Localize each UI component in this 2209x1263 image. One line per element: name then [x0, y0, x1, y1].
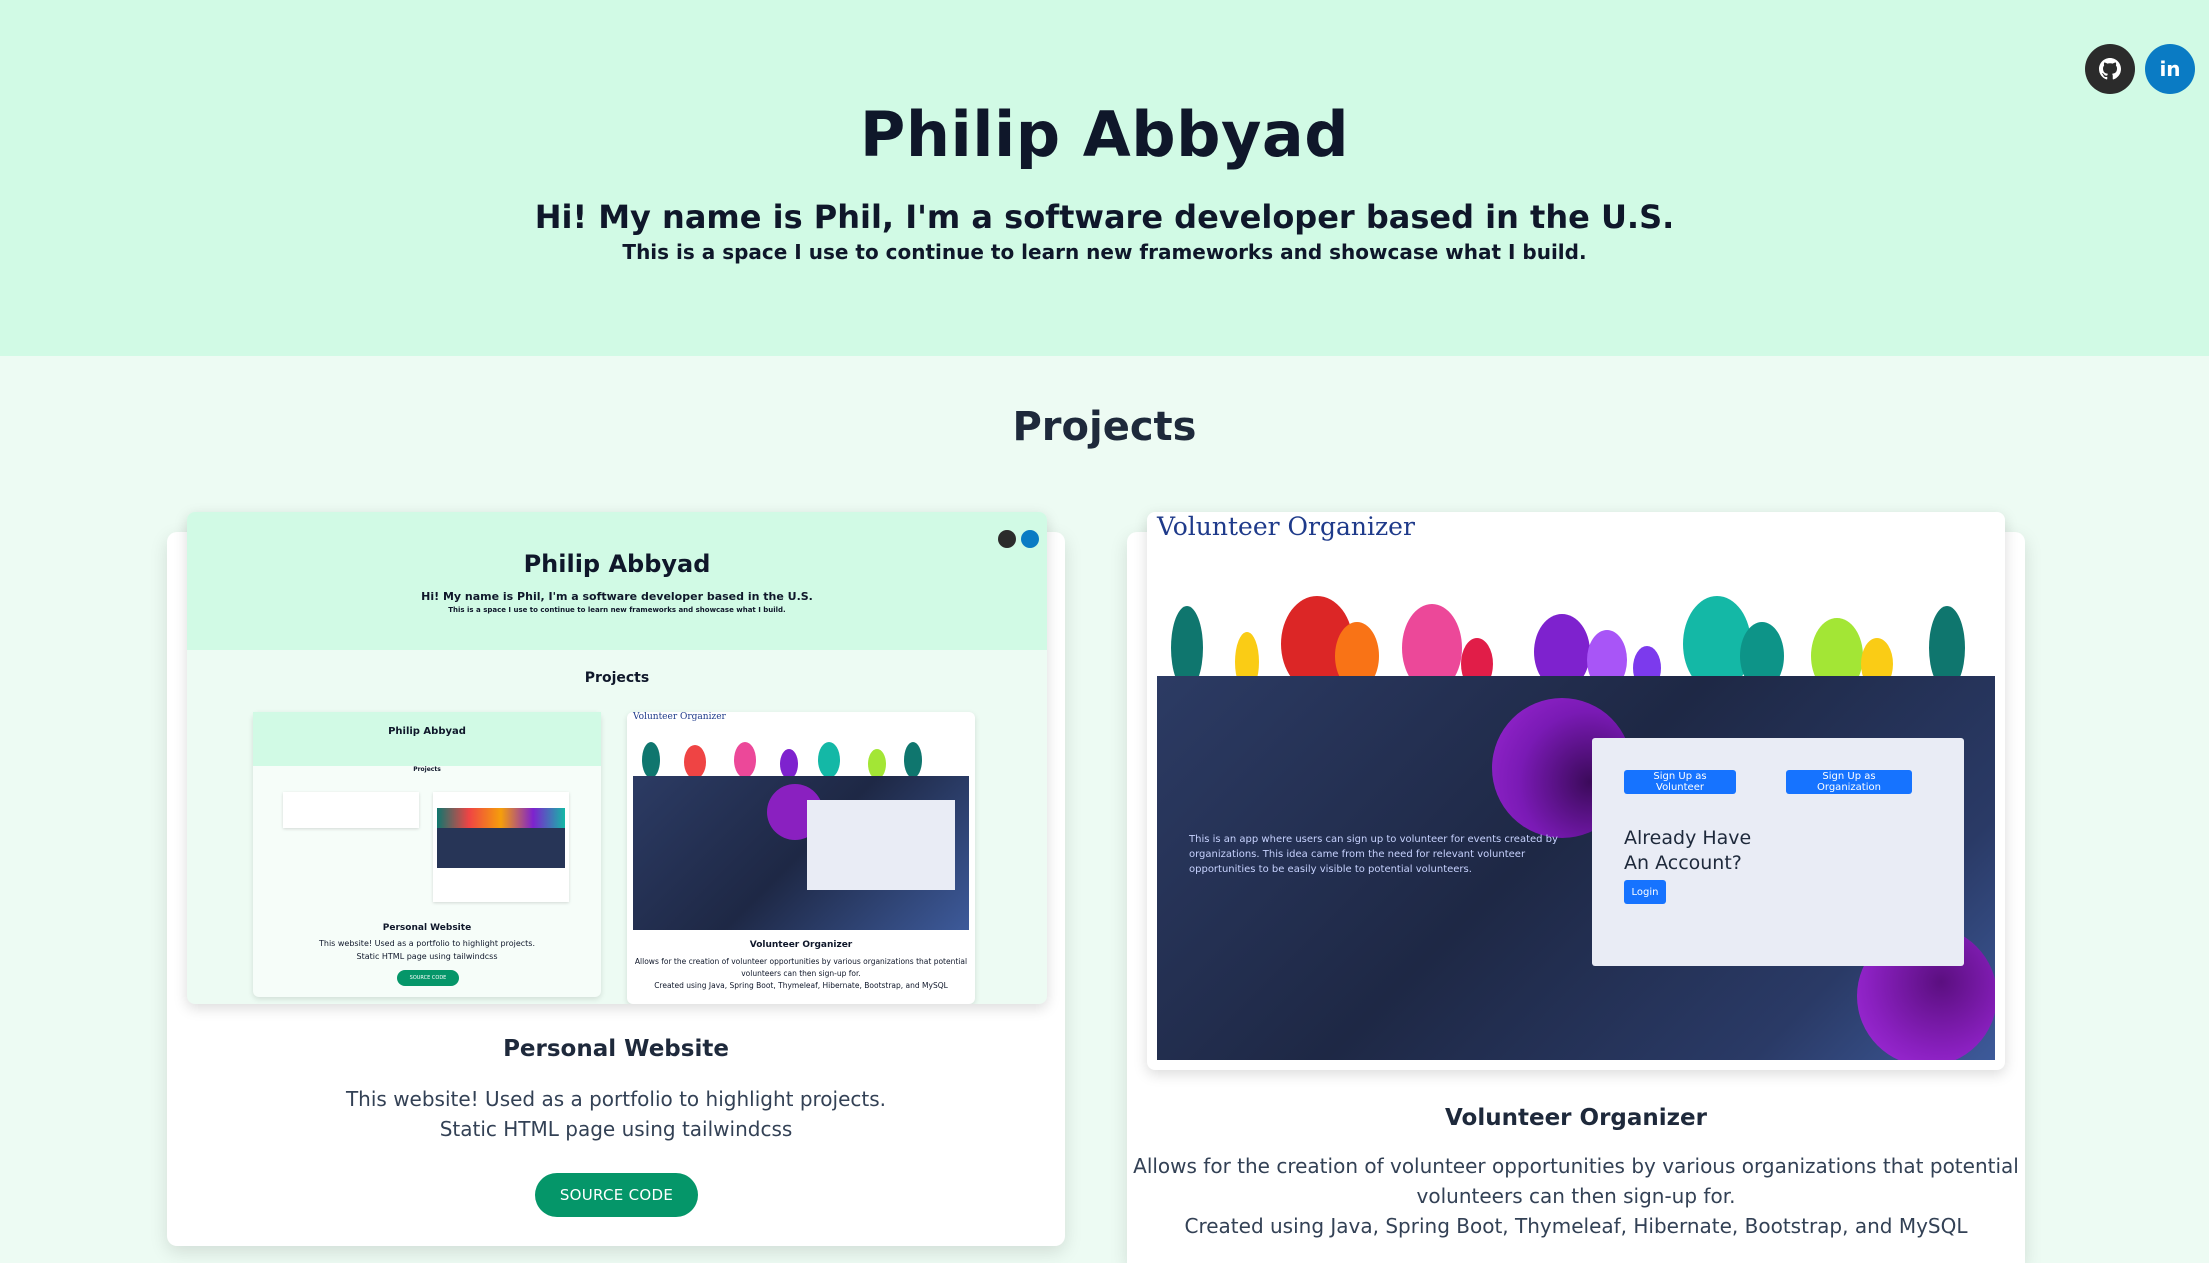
vo-hero-panel: This is an app where users can sign up t… [1157, 676, 1995, 1060]
preview-vo-desc3: Created using Java, Spring Boot, Thymele… [654, 981, 948, 990]
vo-desc-line3: Created using Java, Spring Boot, Thymele… [1184, 1214, 1968, 1238]
vo-app-title: Volunteer Organizer [1157, 512, 1415, 541]
preview-card-volunteer: Volunteer Organizer Volunteer Organizer … [627, 712, 975, 1004]
preview-vo-card-title: Volunteer Organizer [749, 940, 853, 950]
preview-nested-card-title: Personal Website [382, 923, 472, 933]
vo-desc-line2: volunteers can then sign-up for. [1416, 1184, 1736, 1208]
preview-nested-projects: Projects [413, 766, 441, 773]
preview-github-icon [998, 530, 1016, 548]
preview-hero [187, 512, 1047, 650]
preview-nested-button: SOURCE CODE [397, 970, 459, 986]
project-desc-line2: Static HTML page using tailwindcss [439, 1117, 793, 1141]
preview-nested-desc2: Static HTML page using tailwindcss [356, 952, 498, 961]
vo-signup-box: Sign Up as Volunteer Sign Up as Organiza… [1592, 738, 1964, 966]
linkedin-link[interactable]: in [2145, 44, 2195, 94]
vo-about-text: This is an app where users can sign up t… [1189, 834, 1558, 875]
preview-title: Philip Abbyad [523, 550, 711, 578]
vo-desc-line1: Allows for the creation of volunteer opp… [1133, 1154, 2019, 1178]
preview-projects-heading: Projects [584, 670, 650, 686]
github-icon [2099, 58, 2121, 80]
preview-sub: This is a space I use to continue to lea… [448, 606, 786, 614]
raised-hands-banner [1157, 552, 1995, 688]
linkedin-icon: in [2159, 57, 2181, 81]
project-title-volunteer-organizer: Volunteer Organizer [1445, 1105, 1707, 1131]
page-title: Philip Abbyad [859, 98, 1350, 171]
login-heading-line1: Already Have [1624, 827, 1752, 849]
github-link[interactable] [2085, 44, 2135, 94]
preview-intro: Hi! My name is Phil, I'm a software deve… [421, 590, 813, 603]
preview-nested-title: Philip Abbyad [388, 726, 466, 737]
signup-volunteer-button[interactable]: Sign Up as Volunteer [1624, 770, 1736, 794]
subtitle-text: This is a space I use to continue to lea… [622, 240, 1587, 264]
preview-vo-title: Volunteer Organizer [633, 712, 726, 722]
preview-vo-desc2: volunteers can then sign-up for. [741, 969, 861, 978]
signup-organization-button[interactable]: Sign Up as Organization [1786, 770, 1912, 794]
source-code-button[interactable]: SOURCE CODE [535, 1173, 698, 1217]
login-button[interactable]: Login [1624, 880, 1666, 904]
volunteer-organizer-preview[interactable]: Volunteer Organizer This is an app where… [1147, 512, 2005, 1070]
preview-nested-desc: This website! Used as a portfolio to hig… [318, 939, 535, 948]
login-heading: Already Have An Account? [1624, 826, 1824, 876]
preview-vo-desc1: Allows for the creation of volunteer opp… [634, 957, 968, 966]
intro-text: Hi! My name is Phil, I'm a software deve… [534, 198, 1675, 236]
preview-linkedin-icon [1021, 530, 1039, 548]
login-heading-line2: An Account? [1624, 852, 1742, 874]
project-desc-line1: This website! Used as a portfolio to hig… [345, 1087, 887, 1111]
personal-website-preview[interactable]: Philip Abbyad Hi! My name is Phil, I'm a… [187, 512, 1047, 1004]
hero-section: Philip Abbyad Hi! My name is Phil, I'm a… [0, 0, 2209, 356]
preview-card-personal: Philip Abbyad Projects Personal Website … [253, 712, 601, 997]
projects-heading: Projects [1012, 404, 1197, 450]
project-title-personal-website: Personal Website [503, 1036, 729, 1062]
